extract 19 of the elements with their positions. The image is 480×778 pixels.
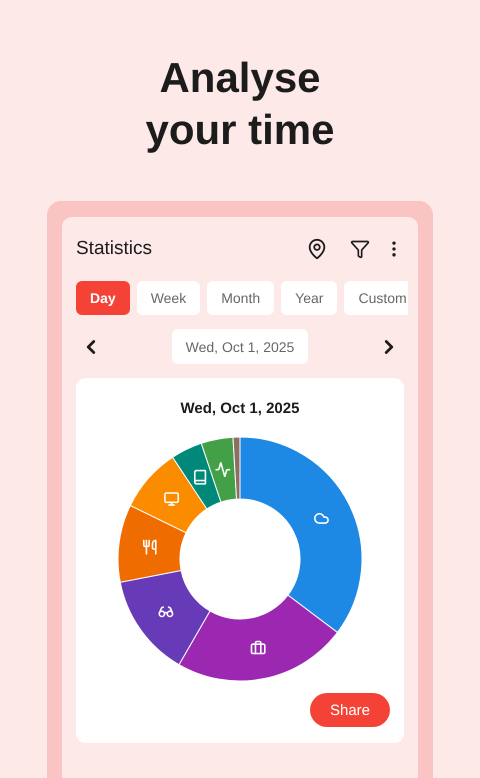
chart-title: Wed, Oct 1, 2025 <box>180 400 300 417</box>
category-icon <box>251 642 265 654</box>
category-icon <box>314 514 328 524</box>
category-icon <box>194 470 206 484</box>
share-button[interactable]: Share <box>310 693 390 727</box>
date-picker[interactable]: Wed, Oct 1, 2025 <box>172 329 308 364</box>
category-icon <box>159 607 173 616</box>
screen-title: Statistics <box>76 238 154 260</box>
period-tab[interactable]: Custom <box>344 281 408 315</box>
filter-icon[interactable] <box>350 239 370 259</box>
period-tab[interactable]: Year <box>281 281 338 315</box>
pin-icon[interactable] <box>306 238 328 260</box>
period-tab[interactable]: Month <box>207 281 274 315</box>
period-tab[interactable]: Day <box>76 281 130 315</box>
headline: Analyse your time <box>144 53 336 155</box>
period-tab[interactable]: Week <box>136 281 200 315</box>
category-icon <box>164 493 178 505</box>
category-icon <box>216 462 230 476</box>
category-icon <box>144 540 156 554</box>
